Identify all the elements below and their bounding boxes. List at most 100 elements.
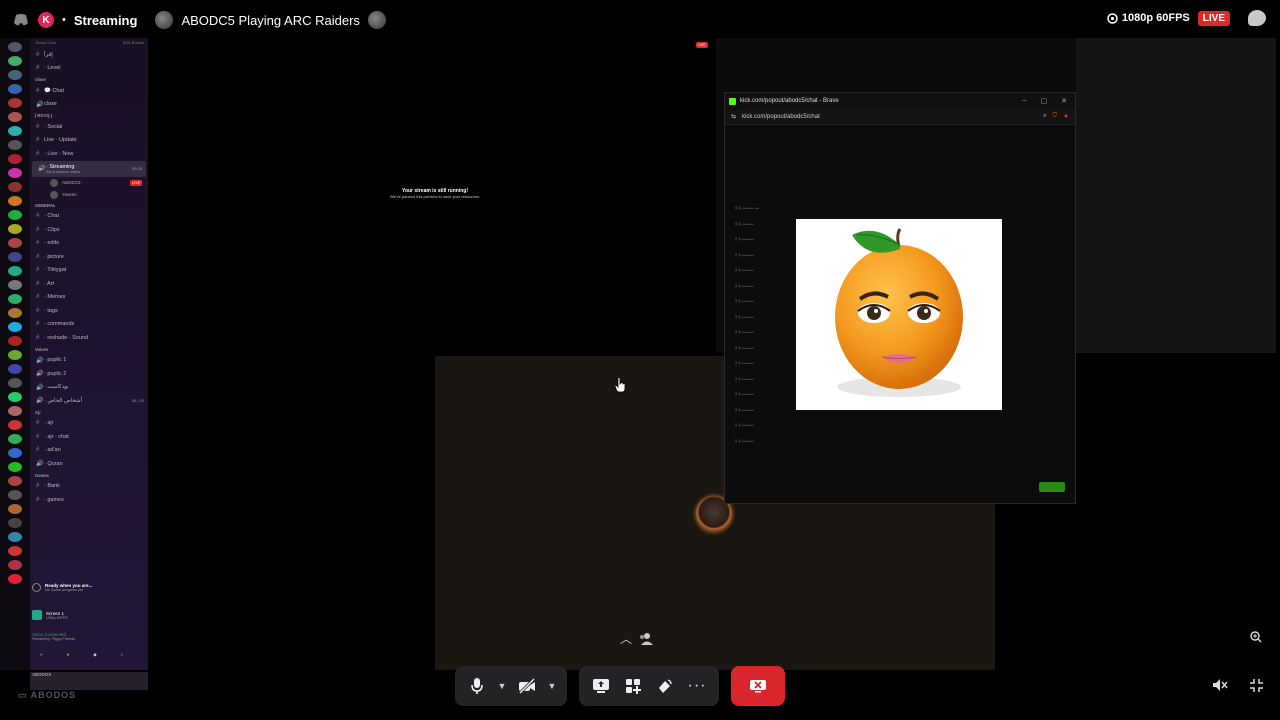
server-icon[interactable] bbox=[8, 490, 22, 500]
server-icon[interactable] bbox=[8, 420, 22, 430]
microphone-button[interactable] bbox=[463, 672, 491, 700]
stream-area[interactable]: Your stream is still running! We've paus… bbox=[150, 38, 1280, 670]
server-icon[interactable] bbox=[8, 560, 22, 570]
screen-share-card[interactable]: Screen 1 1080p 60FPS bbox=[30, 610, 148, 626]
server-icon[interactable] bbox=[8, 56, 22, 66]
activity-icon[interactable]: ◆ bbox=[93, 652, 96, 664]
server-icon[interactable] bbox=[8, 518, 22, 528]
server-icon[interactable] bbox=[8, 70, 22, 80]
sidebar-item[interactable]: # · Social bbox=[30, 120, 148, 134]
server-icon[interactable] bbox=[8, 168, 22, 178]
zoom-icon[interactable]: ⌕ bbox=[1043, 113, 1046, 120]
sidebar-item[interactable]: # · games bbox=[30, 493, 148, 507]
user-panel[interactable]: ABODOS bbox=[30, 672, 148, 690]
more-options-button[interactable]: ··· bbox=[683, 672, 711, 700]
camera-icon[interactable]: ■ bbox=[66, 652, 69, 664]
sidebar-item[interactable]: 🔊 · puplic 1 bbox=[30, 354, 148, 368]
zoom-in-icon[interactable] bbox=[1250, 630, 1262, 648]
quest-card[interactable]: Ready when you are... No Quest progress … bbox=[30, 583, 148, 603]
sidebar-item[interactable]: # · Live · Now bbox=[30, 147, 148, 161]
server-icon[interactable] bbox=[8, 350, 22, 360]
server-icon[interactable] bbox=[8, 462, 22, 472]
screen-share-button[interactable] bbox=[587, 672, 615, 700]
server-icon[interactable] bbox=[8, 224, 22, 234]
sidebar-item[interactable]: # · Level bbox=[30, 62, 148, 76]
server-icon[interactable] bbox=[8, 42, 22, 52]
end-stream-button[interactable] bbox=[731, 666, 785, 706]
sidebar-item[interactable]: # · edits bbox=[30, 237, 148, 251]
chevron-down-icon[interactable]: ▼ bbox=[545, 672, 559, 700]
sidebar-item-active[interactable]: 🔊 · Streaming Set a channel status 59:28 bbox=[32, 160, 146, 177]
sidebar-item[interactable]: # · Bank bbox=[30, 480, 148, 494]
chat-icon[interactable] bbox=[1248, 10, 1266, 26]
sidebar-item[interactable]: # إقرأ bbox=[30, 48, 148, 62]
chevron-up-icon[interactable]: ︿ bbox=[620, 630, 632, 647]
server-icon[interactable] bbox=[8, 98, 22, 108]
soundboard-button[interactable] bbox=[651, 672, 679, 700]
sidebar-item[interactable]: # · tags bbox=[30, 304, 148, 318]
sidebar-item[interactable]: # 💬 Chat bbox=[30, 84, 148, 98]
server-icon[interactable] bbox=[8, 84, 22, 94]
voice-member[interactable]: Yaseen bbox=[30, 189, 148, 201]
server-icon[interactable] bbox=[8, 504, 22, 514]
server-icon[interactable] bbox=[8, 112, 22, 122]
sidebar-item[interactable]: # · ajr · chat bbox=[30, 430, 148, 444]
activities-button[interactable] bbox=[619, 672, 647, 700]
server-icon[interactable] bbox=[8, 182, 22, 192]
sidebar-item[interactable]: # · ajr bbox=[30, 417, 148, 431]
sidebar-item[interactable]: 🔊 · Quran bbox=[30, 457, 148, 471]
soundboard-icon[interactable]: ♪ bbox=[121, 652, 123, 664]
minimize-icon[interactable]: – bbox=[1023, 97, 1027, 105]
voice-member[interactable]: ABODC5 LIVE bbox=[30, 177, 148, 189]
channel-category[interactable]: | RGYQ | bbox=[30, 111, 148, 120]
server-icon[interactable] bbox=[8, 252, 22, 262]
channel-category[interactable]: GENERAL bbox=[30, 201, 148, 210]
server-icon[interactable] bbox=[8, 210, 22, 220]
sidebar-item[interactable]: # · commands bbox=[30, 318, 148, 332]
server-icon[interactable] bbox=[8, 196, 22, 206]
sidebar-item[interactable]: # · Memes bbox=[30, 291, 148, 305]
channel-category[interactable]: Games bbox=[30, 471, 148, 480]
discord-logo-icon[interactable] bbox=[12, 11, 30, 29]
sidebar-item[interactable]: # · Art bbox=[30, 277, 148, 291]
server-icon[interactable] bbox=[8, 434, 22, 444]
server-icon[interactable] bbox=[8, 574, 22, 584]
server-icon[interactable] bbox=[8, 280, 22, 290]
server-icon[interactable] bbox=[8, 238, 22, 248]
server-icon[interactable] bbox=[8, 378, 22, 388]
address-bar[interactable]: ⇆ kick.com/popout/abodc5/chat ⌕ ⛉ ▲ bbox=[725, 109, 1075, 125]
server-icon[interactable] bbox=[8, 476, 22, 486]
sidebar-item[interactable]: 🔊 · puplic 2 bbox=[30, 367, 148, 381]
noise-icon[interactable]: ≈ bbox=[40, 652, 42, 664]
shield-icon[interactable]: ⛉ bbox=[1053, 113, 1058, 120]
sidebar-item[interactable]: 🔊 · أشخاص الخاص 00 | 03 bbox=[30, 394, 148, 408]
sidebar-item[interactable]: # · reshade · Sound bbox=[30, 331, 148, 345]
participants-icon[interactable] bbox=[638, 632, 654, 646]
server-icon[interactable] bbox=[8, 406, 22, 416]
server-icon[interactable] bbox=[8, 532, 22, 542]
server-icon[interactable] bbox=[8, 294, 22, 304]
channel-category[interactable]: Ajr bbox=[30, 408, 148, 417]
camera-off-button[interactable] bbox=[513, 672, 541, 700]
server-icon[interactable] bbox=[8, 308, 22, 318]
maximize-icon[interactable]: ▢ bbox=[1041, 97, 1048, 105]
server-icon[interactable] bbox=[8, 546, 22, 556]
rewards-icon[interactable]: ▲ bbox=[1063, 113, 1069, 120]
close-icon[interactable]: ✕ bbox=[1061, 97, 1067, 105]
server-icon[interactable]: K bbox=[38, 12, 54, 28]
chevron-down-icon[interactable]: ▼ bbox=[495, 672, 509, 700]
mute-volume-icon[interactable] bbox=[1212, 678, 1228, 697]
site-settings-icon[interactable]: ⇆ bbox=[731, 113, 736, 120]
sidebar-item[interactable]: # · Chat bbox=[30, 210, 148, 224]
sidebar-item[interactable]: 🔊 close bbox=[30, 98, 148, 112]
exit-fullscreen-icon[interactable] bbox=[1249, 678, 1264, 698]
sidebar-item[interactable]: # · Clips bbox=[30, 223, 148, 237]
server-icon[interactable] bbox=[8, 126, 22, 136]
sidebar-item[interactable]: 🔊 · بودكاست bbox=[30, 381, 148, 395]
sidebar-item[interactable]: # · Tiktygat bbox=[30, 264, 148, 278]
chat-input-bar[interactable] bbox=[735, 481, 1065, 493]
sidebar-item[interactable]: # · picture bbox=[30, 250, 148, 264]
channel-category[interactable]: Voices bbox=[30, 345, 148, 354]
sidebar-item[interactable]: # Live · Update bbox=[30, 134, 148, 148]
server-icon[interactable] bbox=[8, 392, 22, 402]
